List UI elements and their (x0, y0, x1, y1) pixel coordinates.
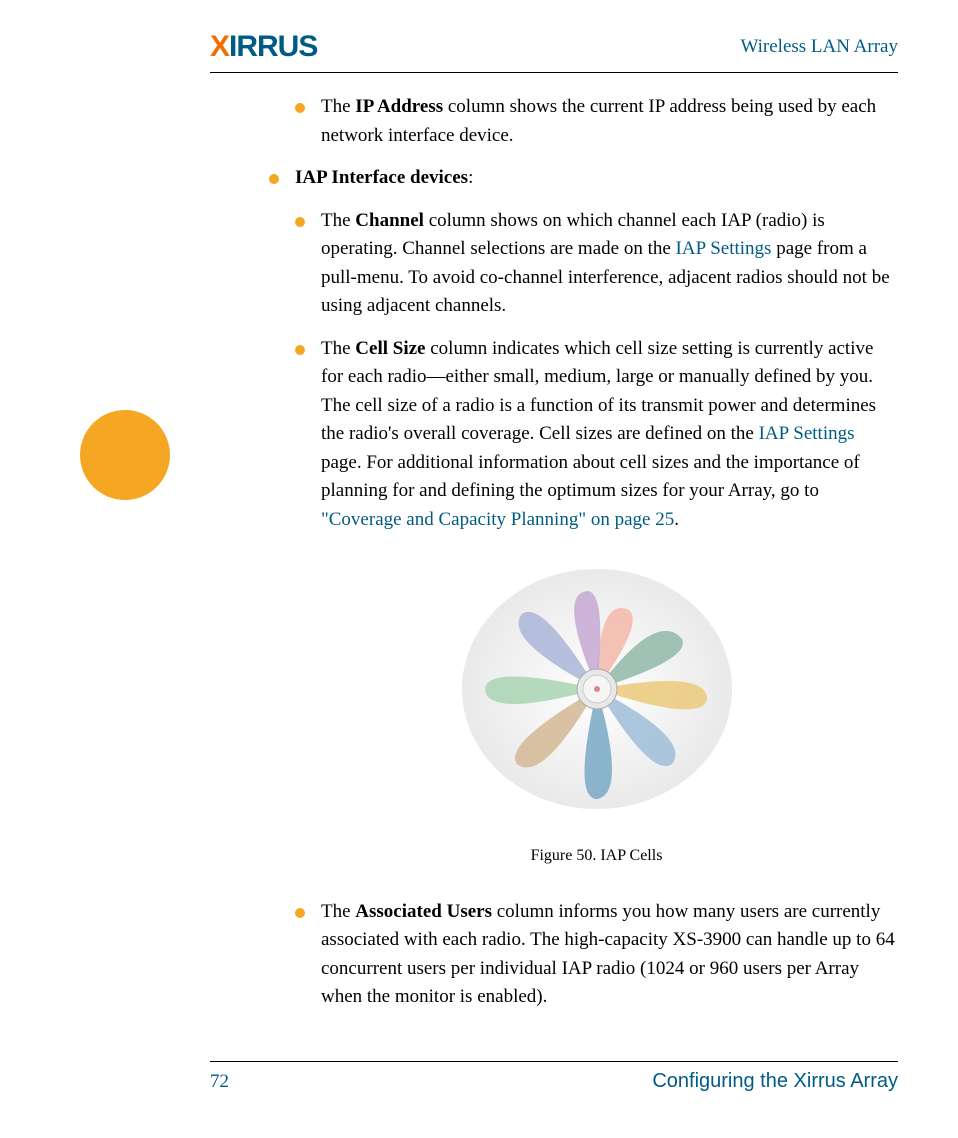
figure-caption: Figure 50. IAP Cells (295, 844, 898, 868)
list-item: The Associated Users column informs you … (295, 898, 898, 1012)
logo-brand-text: IRRUS (229, 30, 317, 64)
bullet-icon (295, 345, 305, 355)
iap-settings-link[interactable]: IAP Settings (676, 238, 772, 259)
page-number: 72 (210, 1071, 229, 1093)
logo-x-icon: X (210, 30, 229, 64)
body-content: The IP Address column shows the current … (295, 93, 898, 1012)
page-header: XIRRUS Wireless LAN Array (210, 30, 898, 73)
header-title: Wireless LAN Array (740, 36, 898, 58)
bullet-icon (269, 174, 279, 184)
bullet-icon (295, 103, 305, 113)
logo: XIRRUS (210, 30, 317, 64)
iap-settings-link[interactable]: IAP Settings (759, 423, 855, 444)
list-item-text: The Channel column shows on which channe… (321, 207, 898, 321)
coverage-planning-link[interactable]: "Coverage and Capacity Planning" on page… (321, 509, 674, 530)
footer-section-title: Configuring the Xirrus Array (652, 1070, 898, 1093)
list-item: The IP Address column shows the current … (295, 93, 898, 150)
list-item-text: The Cell Size column indicates which cel… (321, 335, 898, 535)
list-item: IAP Interface devices: (269, 164, 898, 193)
list-item: The Channel column shows on which channe… (295, 207, 898, 321)
page-footer: 72 Configuring the Xirrus Array (210, 1061, 898, 1093)
list-item-text: The Associated Users column informs you … (321, 898, 898, 1012)
list-item: The Cell Size column indicates which cel… (295, 335, 898, 535)
list-item-text: IAP Interface devices: (295, 164, 898, 193)
iap-cells-diagram (457, 559, 737, 829)
list-item-text: The IP Address column shows the current … (321, 93, 898, 150)
margin-decoration-circle (80, 410, 170, 500)
figure: Figure 50. IAP Cells (295, 559, 898, 868)
bullet-icon (295, 908, 305, 918)
bullet-icon (295, 217, 305, 227)
